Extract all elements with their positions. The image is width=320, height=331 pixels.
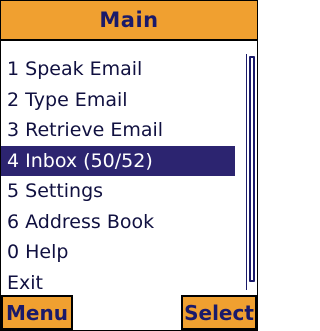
- phone-screen: Main 1 Speak Email 2 Type Email 3 Retrie…: [0, 0, 258, 331]
- menu-item-retrieve-email[interactable]: 3 Retrieve Email: [1, 115, 241, 146]
- title-bar: Main: [1, 1, 257, 41]
- menu-item-help[interactable]: 0 Help: [1, 237, 241, 268]
- scrollbar[interactable]: [246, 54, 257, 290]
- menu-softkey[interactable]: Menu: [1, 295, 73, 330]
- menu-item-inbox[interactable]: 4 Inbox (50/52): [1, 145, 235, 176]
- softkey-bar: Menu Select: [1, 295, 257, 330]
- menu-item-settings[interactable]: 5 Settings: [1, 176, 241, 207]
- menu-item-type-email[interactable]: 2 Type Email: [1, 85, 241, 116]
- menu-item-speak-email[interactable]: 1 Speak Email: [1, 54, 241, 85]
- main-menu-list: 1 Speak Email 2 Type Email 3 Retrieve Em…: [1, 54, 241, 294]
- select-softkey[interactable]: Select: [181, 295, 257, 330]
- menu-item-address-book[interactable]: 6 Address Book: [1, 207, 241, 238]
- scrollbar-thumb[interactable]: [249, 56, 255, 282]
- page-title: Main: [99, 8, 159, 32]
- menu-item-exit[interactable]: Exit: [1, 268, 241, 295]
